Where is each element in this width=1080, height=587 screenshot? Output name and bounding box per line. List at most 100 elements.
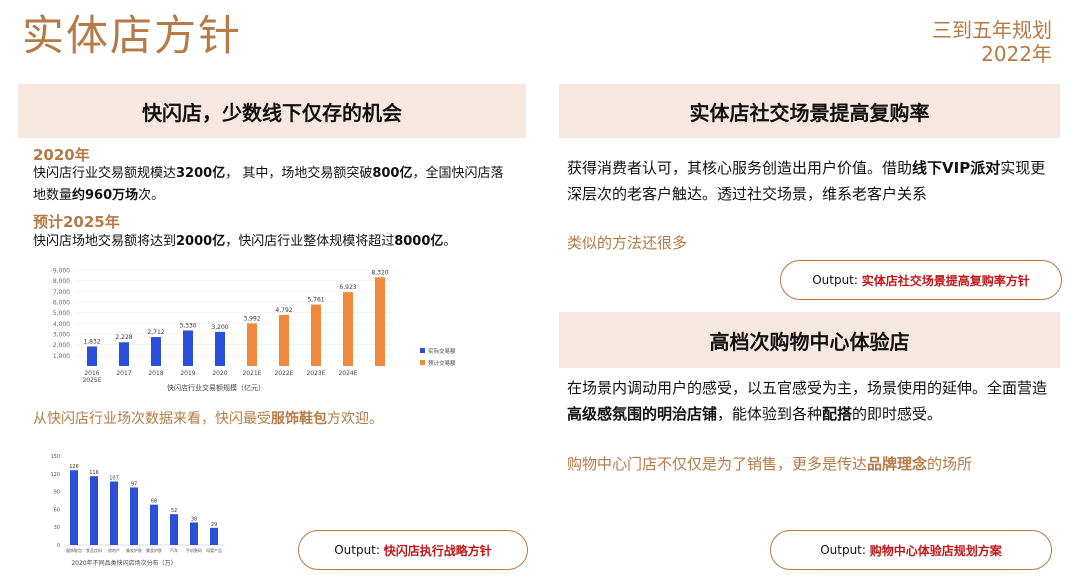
- category-bar: [170, 514, 178, 545]
- mall-experience-paragraph: 在场景内调动用户的感受，以五官感受为主，场景使用的延伸。全面营造高级感氛围的明治…: [567, 379, 1048, 423]
- chart-title: 2020年不同品类快闪店场次分布（万）: [71, 559, 176, 567]
- bar-value-label: 5,761: [307, 297, 324, 304]
- x-tick-label: 2023E: [306, 370, 325, 377]
- y-tick-label: 0: [57, 543, 60, 549]
- x-tick-label: 房地产: [108, 547, 120, 553]
- y-tick-label: 9,000: [53, 268, 70, 275]
- x-tick-label: 美妆护肤: [146, 547, 162, 553]
- bar-value-label: 3,992: [243, 315, 260, 322]
- y-tick-label: 2,000: [53, 342, 70, 349]
- right-band-title-mall: 高档次购物中心体验店: [559, 312, 1060, 368]
- y-tick-label: 120: [50, 472, 60, 478]
- y-tick-label: 90: [54, 490, 60, 496]
- y-tick-label: 6,000: [53, 300, 70, 307]
- x-tick-label: 美妆护肤: [126, 547, 142, 553]
- bar-actual: [215, 331, 225, 366]
- year-2020-heading: 2020年: [33, 146, 90, 164]
- output-label: Output:: [820, 543, 866, 557]
- category-bar: [210, 527, 218, 545]
- category-bar: [110, 481, 118, 545]
- category-sessions-chart: 0 30 60 90 120 150 126 服饰鞋包 116 食品饮料 107 房地产 97 美妆护肤 6…: [50, 454, 224, 567]
- similar-methods-note: 类似的方法还很多: [567, 234, 688, 252]
- category-bar: [190, 522, 198, 545]
- forecast-2025-paragraph: 快闪店场地交易额将达到2000亿，快闪店行业整体规模将超过8000亿。: [33, 234, 457, 249]
- bar-value-label: 38: [191, 516, 197, 522]
- category-bar: [70, 470, 78, 545]
- bar-value-label: 68: [151, 499, 157, 505]
- social-scene-paragraph: 获得消费者认可，其核心服务创造出用户价值。借助线下VIP派对实现更深层次的老客户…: [567, 159, 1046, 203]
- stats-2020-paragraph: 快闪店行业交易额规模达3200亿， 其中，场地交易额突破800亿，全国快闪店落地…: [33, 166, 504, 203]
- y-tick-label: 30: [54, 525, 60, 531]
- bar-value-label: 126: [69, 464, 79, 470]
- y-tick-label: 4,000: [53, 321, 70, 328]
- bar-value-label: 29: [211, 522, 217, 528]
- output-pill-social[interactable]: Output: 实体店社交场景提高复购率方针: [780, 260, 1062, 300]
- bar-value-label: 3,200: [211, 324, 228, 331]
- y-tick-label: 3,000: [53, 332, 70, 339]
- category-bar: [150, 504, 158, 545]
- plan-line-1: 三到五年规划: [932, 18, 1052, 42]
- legend-swatch-forecast: [420, 360, 425, 365]
- right-band-title-social: 实体店社交场景提高复购率: [559, 84, 1060, 138]
- bar-forecast: [279, 314, 289, 366]
- bar-value-label: 107: [109, 476, 119, 482]
- plan-line-2: 2022年: [981, 42, 1052, 66]
- bar-value-label: 2,228: [115, 334, 132, 341]
- bar-value-label: 3,330: [179, 322, 196, 329]
- x-tick-label: 2021E: [242, 370, 261, 377]
- y-tick-label: 5,000: [53, 310, 70, 317]
- x-tick-label: 食品饮料: [86, 547, 102, 553]
- output-value: 购物中心体验店规划方案: [869, 543, 1002, 558]
- x-tick-label: 手机数码: [186, 547, 202, 553]
- bar-value-label: 8,320: [371, 269, 388, 276]
- output-pill-mall[interactable]: Output: 购物中心体验店规划方案: [770, 530, 1052, 570]
- output-value: 实体店社交场景提高复购率方针: [861, 273, 1030, 288]
- y-tick-label: 8,000: [53, 278, 70, 285]
- output-label: Output:: [812, 273, 858, 287]
- category-bar: [130, 487, 138, 545]
- bar-value-label: 4,792: [275, 307, 292, 314]
- legend-label-forecast: 预计交易额: [428, 359, 456, 367]
- legend-swatch-actual: [420, 348, 425, 353]
- bar-actual: [119, 342, 129, 366]
- year-2025-heading: 预计2025年: [33, 213, 120, 231]
- bar-value-label: 2,712: [147, 329, 164, 336]
- x-tick-label: 母婴产品: [206, 547, 222, 553]
- bar-actual: [183, 330, 193, 366]
- bar-value-label: 97: [131, 481, 137, 487]
- x-tick-label: 2017: [116, 370, 131, 377]
- chart-title: 快闪店行业交易额规模（亿元）: [167, 383, 265, 392]
- output-value: 快闪店执行战略方针: [383, 543, 492, 558]
- x-tick-label: 2020: [212, 370, 227, 377]
- x-tick-label: 2024E: [338, 370, 357, 377]
- brand-concept-note: 购物中心门店不仅仅是为了销售，更多是传达品牌理念的场所: [567, 455, 973, 473]
- bar-forecast: [343, 292, 353, 366]
- x-tick-label: 2022E: [274, 370, 293, 377]
- bar-forecast: [311, 304, 321, 366]
- x-tick-label: 服饰鞋包: [66, 547, 82, 553]
- bar-value-label: 1,832: [83, 338, 100, 345]
- x-tick-label: 2018: [148, 370, 163, 377]
- bar-forecast: [375, 277, 385, 366]
- bar-forecast: [247, 323, 257, 366]
- x-tick-label: 2025E: [82, 377, 101, 384]
- x-tick-label: 汽车: [170, 547, 178, 553]
- category-bar: [90, 476, 98, 545]
- y-tick-label: 60: [54, 507, 60, 513]
- bar-value-label: 52: [171, 508, 177, 514]
- y-tick-label: 150: [50, 454, 60, 460]
- insight-text: 从快闪店行业场次数据来看，快闪最受服饰鞋包方欢迎。: [33, 411, 383, 427]
- y-tick-label: 7,000: [53, 289, 70, 296]
- bar-actual: [151, 337, 161, 366]
- legend-label-actual: 实际交易额: [428, 347, 456, 355]
- output-pill-popup-store[interactable]: Output: 快闪店执行战略方针: [298, 530, 528, 570]
- bar-value-label: 6,923: [339, 284, 356, 291]
- left-band-title: 快闪店，少数线下仅存的机会: [18, 84, 526, 138]
- x-tick-label: 2019: [180, 370, 195, 377]
- transaction-volume-chart: 1,000 2,000 3,000 4,000 5,000 6,000 7,000 8,000…: [53, 268, 456, 393]
- plan-label: 三到五年规划 2022年: [932, 18, 1052, 66]
- x-tick-label: 2016: [84, 370, 99, 377]
- page-title: 实体店方针: [22, 11, 243, 60]
- y-tick-label: 1,000: [53, 353, 70, 360]
- bar-value-label: 116: [89, 470, 99, 476]
